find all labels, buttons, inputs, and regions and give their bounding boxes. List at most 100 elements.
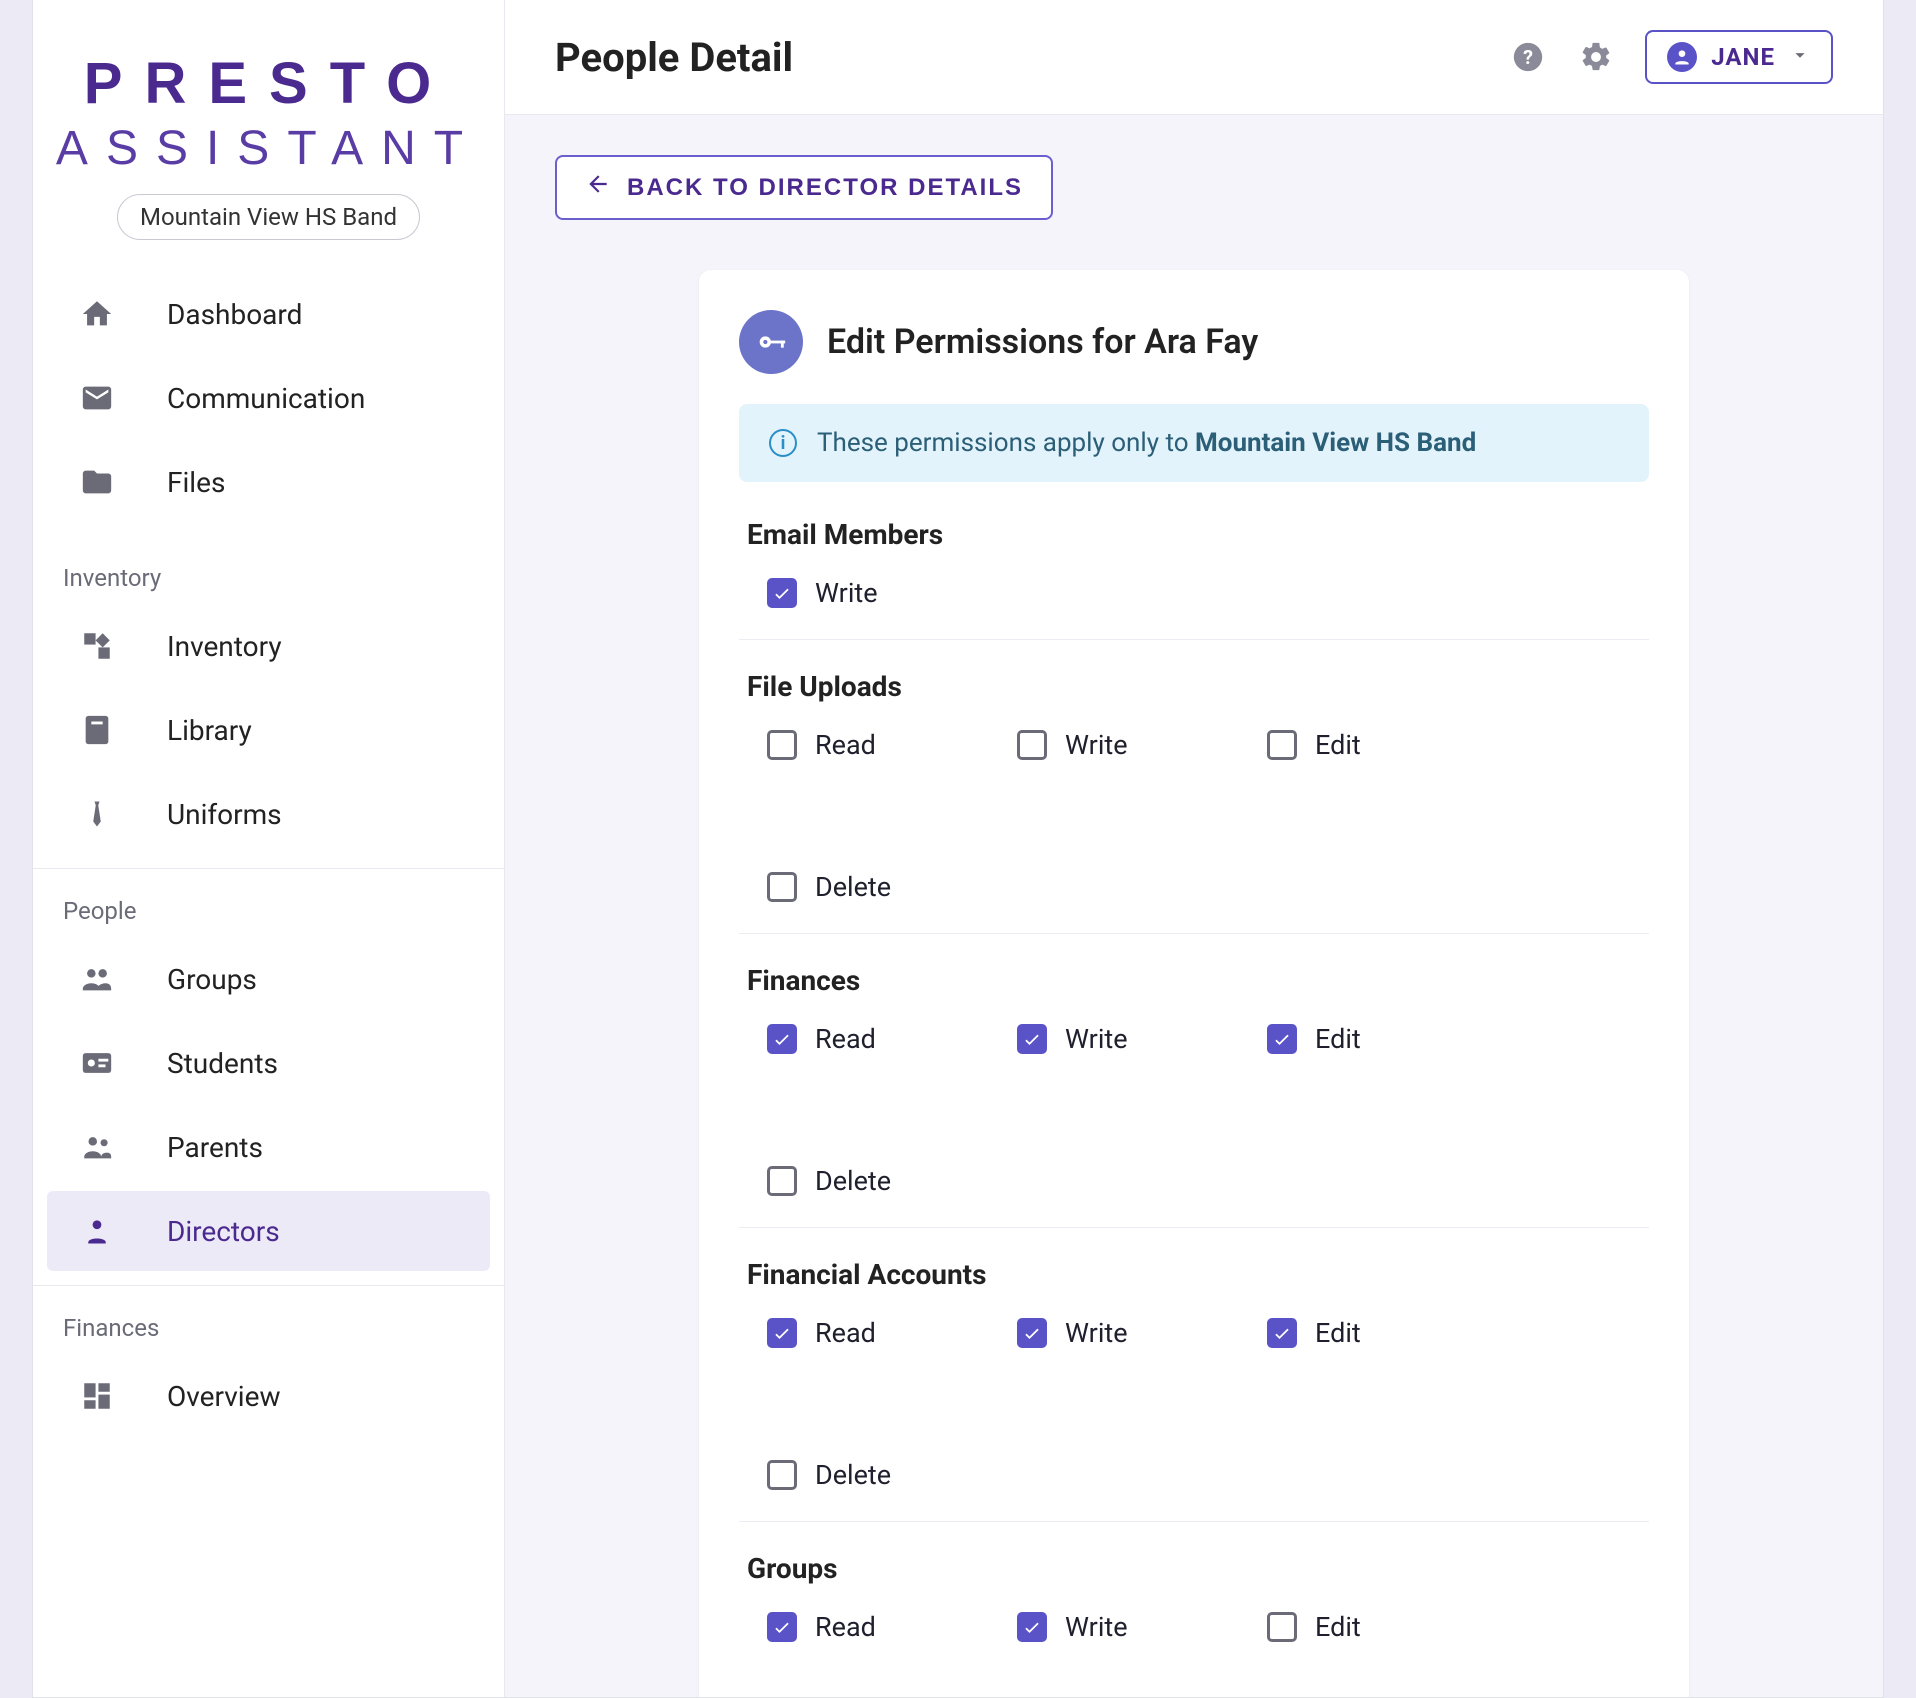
nav-header: Finances <box>33 1296 504 1352</box>
checkbox-icon <box>1017 1024 1047 1054</box>
nav-section-people: People Groups Students Parents Directors <box>33 868 504 1285</box>
svg-text:?: ? <box>1523 46 1533 69</box>
widgets-icon <box>77 626 117 666</box>
perm-delete-checkbox[interactable]: Delete <box>767 1165 907 1197</box>
sidebar-item-uniforms[interactable]: Uniforms <box>47 774 490 854</box>
back-button[interactable]: BACK TO DIRECTOR DETAILS <box>555 155 1053 220</box>
perm-edit-checkbox[interactable]: Edit <box>1267 1611 1407 1643</box>
perm-label: Read <box>815 1317 876 1349</box>
perm-delete-checkbox[interactable]: Delete <box>767 871 907 903</box>
sidebar-item-communication[interactable]: Communication <box>47 358 490 438</box>
perm-label: Edit <box>1315 1611 1361 1643</box>
perm-read-checkbox[interactable]: Read <box>767 729 907 761</box>
perm-group-title: Finances <box>747 964 1641 997</box>
sidebar-item-inventory[interactable]: Inventory <box>47 606 490 686</box>
perm-read-checkbox[interactable]: Read <box>767 1611 907 1643</box>
perm-group-title: Email Members <box>747 518 1641 551</box>
perm-write-checkbox[interactable]: Write <box>1017 729 1157 761</box>
sidebar-item-students[interactable]: Students <box>47 1023 490 1103</box>
perm-edit-checkbox[interactable]: Edit <box>1267 1023 1407 1055</box>
sidebar-item-label: Parents <box>167 1131 460 1164</box>
perm-group-file-uploads: File UploadsReadWriteEditDelete <box>739 640 1649 934</box>
perm-label: Read <box>815 1023 876 1055</box>
perm-label: Delete <box>815 1459 891 1491</box>
perm-label: Write <box>1065 1023 1128 1055</box>
sidebar-item-dashboard[interactable]: Dashboard <box>47 274 490 354</box>
perm-read-checkbox[interactable]: Read <box>767 1023 907 1055</box>
sidebar-item-overview[interactable]: Overview <box>47 1356 490 1436</box>
gear-icon[interactable] <box>1577 38 1615 76</box>
perm-group-title: Financial Accounts <box>747 1258 1641 1291</box>
logo: PRESTO ASSISTANT Mountain View HS Band <box>33 0 504 260</box>
app-shell: PRESTO ASSISTANT Mountain View HS Band D… <box>32 0 1884 1698</box>
sidebar-item-label: Overview <box>167 1380 460 1413</box>
card-title: Edit Permissions for Ara Fay <box>827 322 1258 362</box>
info-banner: i These permissions apply only to Mounta… <box>739 404 1649 482</box>
perm-label: Edit <box>1315 1317 1361 1349</box>
home-icon <box>77 294 117 334</box>
checkbox-icon <box>1017 1612 1047 1642</box>
perm-row: Write <box>747 577 1641 609</box>
perm-label: Write <box>1065 1611 1128 1643</box>
sidebar-item-library[interactable]: Library <box>47 690 490 770</box>
info-icon: i <box>769 429 797 457</box>
badge-icon <box>77 1043 117 1083</box>
help-icon[interactable]: ? <box>1509 38 1547 76</box>
user-name: JANE <box>1711 43 1775 71</box>
perm-group-title: Groups <box>747 1552 1641 1585</box>
perm-label: Write <box>1065 1317 1128 1349</box>
sidebar-item-groups[interactable]: Groups <box>47 939 490 1019</box>
checkbox-icon <box>1267 730 1297 760</box>
sidebar-item-label: Groups <box>167 963 460 996</box>
groups-icon <box>77 959 117 999</box>
info-org: Mountain View HS Band <box>1195 428 1476 458</box>
mail-icon <box>77 378 117 418</box>
perm-edit-checkbox[interactable]: Edit <box>1267 729 1407 761</box>
checkbox-icon <box>1017 1318 1047 1348</box>
arrow-left-icon <box>585 171 611 204</box>
sidebar-item-directors[interactable]: Directors <box>47 1191 490 1271</box>
sidebar-item-label: Files <box>167 466 460 499</box>
checkbox-icon <box>767 1612 797 1642</box>
perm-label: Read <box>815 1611 876 1643</box>
perm-label: Edit <box>1315 729 1361 761</box>
sidebar-item-files[interactable]: Files <box>47 442 490 522</box>
perm-write-checkbox[interactable]: Write <box>1017 1611 1157 1643</box>
sidebar-item-parents[interactable]: Parents <box>47 1107 490 1187</box>
info-text: These permissions apply only to Mountain… <box>817 428 1476 458</box>
nav-section-main: Dashboard Communication Files <box>33 260 504 536</box>
nav-header: Inventory <box>33 546 504 602</box>
chevron-down-icon <box>1789 44 1811 70</box>
perm-write-checkbox[interactable]: Write <box>767 577 907 609</box>
sidebar-item-label: Communication <box>167 382 460 415</box>
permissions-card: Edit Permissions for Ara Fay i These per… <box>699 270 1689 1697</box>
perm-group-financial-accounts: Financial Accounts Read Write Edit Delete <box>739 1228 1649 1522</box>
perm-group-groups: GroupsReadWriteEditDelete <box>739 1522 1649 1697</box>
perm-write-checkbox[interactable]: Write <box>1017 1023 1157 1055</box>
checkbox-icon <box>1017 730 1047 760</box>
perm-label: Read <box>815 729 876 761</box>
checkbox-icon <box>767 872 797 902</box>
sidebar-item-label: Library <box>167 714 460 747</box>
perm-row: Read Write Edit Delete <box>747 729 1641 903</box>
perm-read-checkbox[interactable]: Read <box>767 1317 907 1349</box>
org-selector[interactable]: Mountain View HS Band <box>117 194 420 240</box>
sidebar-item-label: Directors <box>167 1215 460 1248</box>
main: People Detail ? JANE <box>505 0 1883 1697</box>
perm-write-checkbox[interactable]: Write <box>1017 1317 1157 1349</box>
info-prefix: These permissions apply only to <box>817 428 1195 458</box>
checkbox-icon <box>767 1318 797 1348</box>
checkbox-icon <box>1267 1318 1297 1348</box>
perm-row: ReadWriteEditDelete <box>747 1611 1641 1697</box>
sidebar-item-label: Students <box>167 1047 460 1080</box>
logo-line2: ASSISTANT <box>53 121 484 176</box>
perm-edit-checkbox[interactable]: Edit <box>1267 1317 1407 1349</box>
topbar: People Detail ? JANE <box>505 0 1883 115</box>
perm-row: Read Write Edit Delete <box>747 1023 1641 1197</box>
perm-delete-checkbox[interactable]: Delete <box>767 1459 907 1491</box>
nav-section-finances: Finances Overview <box>33 1285 504 1450</box>
nav-section-inventory: InventoryInventory Library Uniforms <box>33 536 504 868</box>
user-menu[interactable]: JANE <box>1645 30 1833 84</box>
perm-label: Edit <box>1315 1023 1361 1055</box>
nav-header: People <box>33 879 504 935</box>
